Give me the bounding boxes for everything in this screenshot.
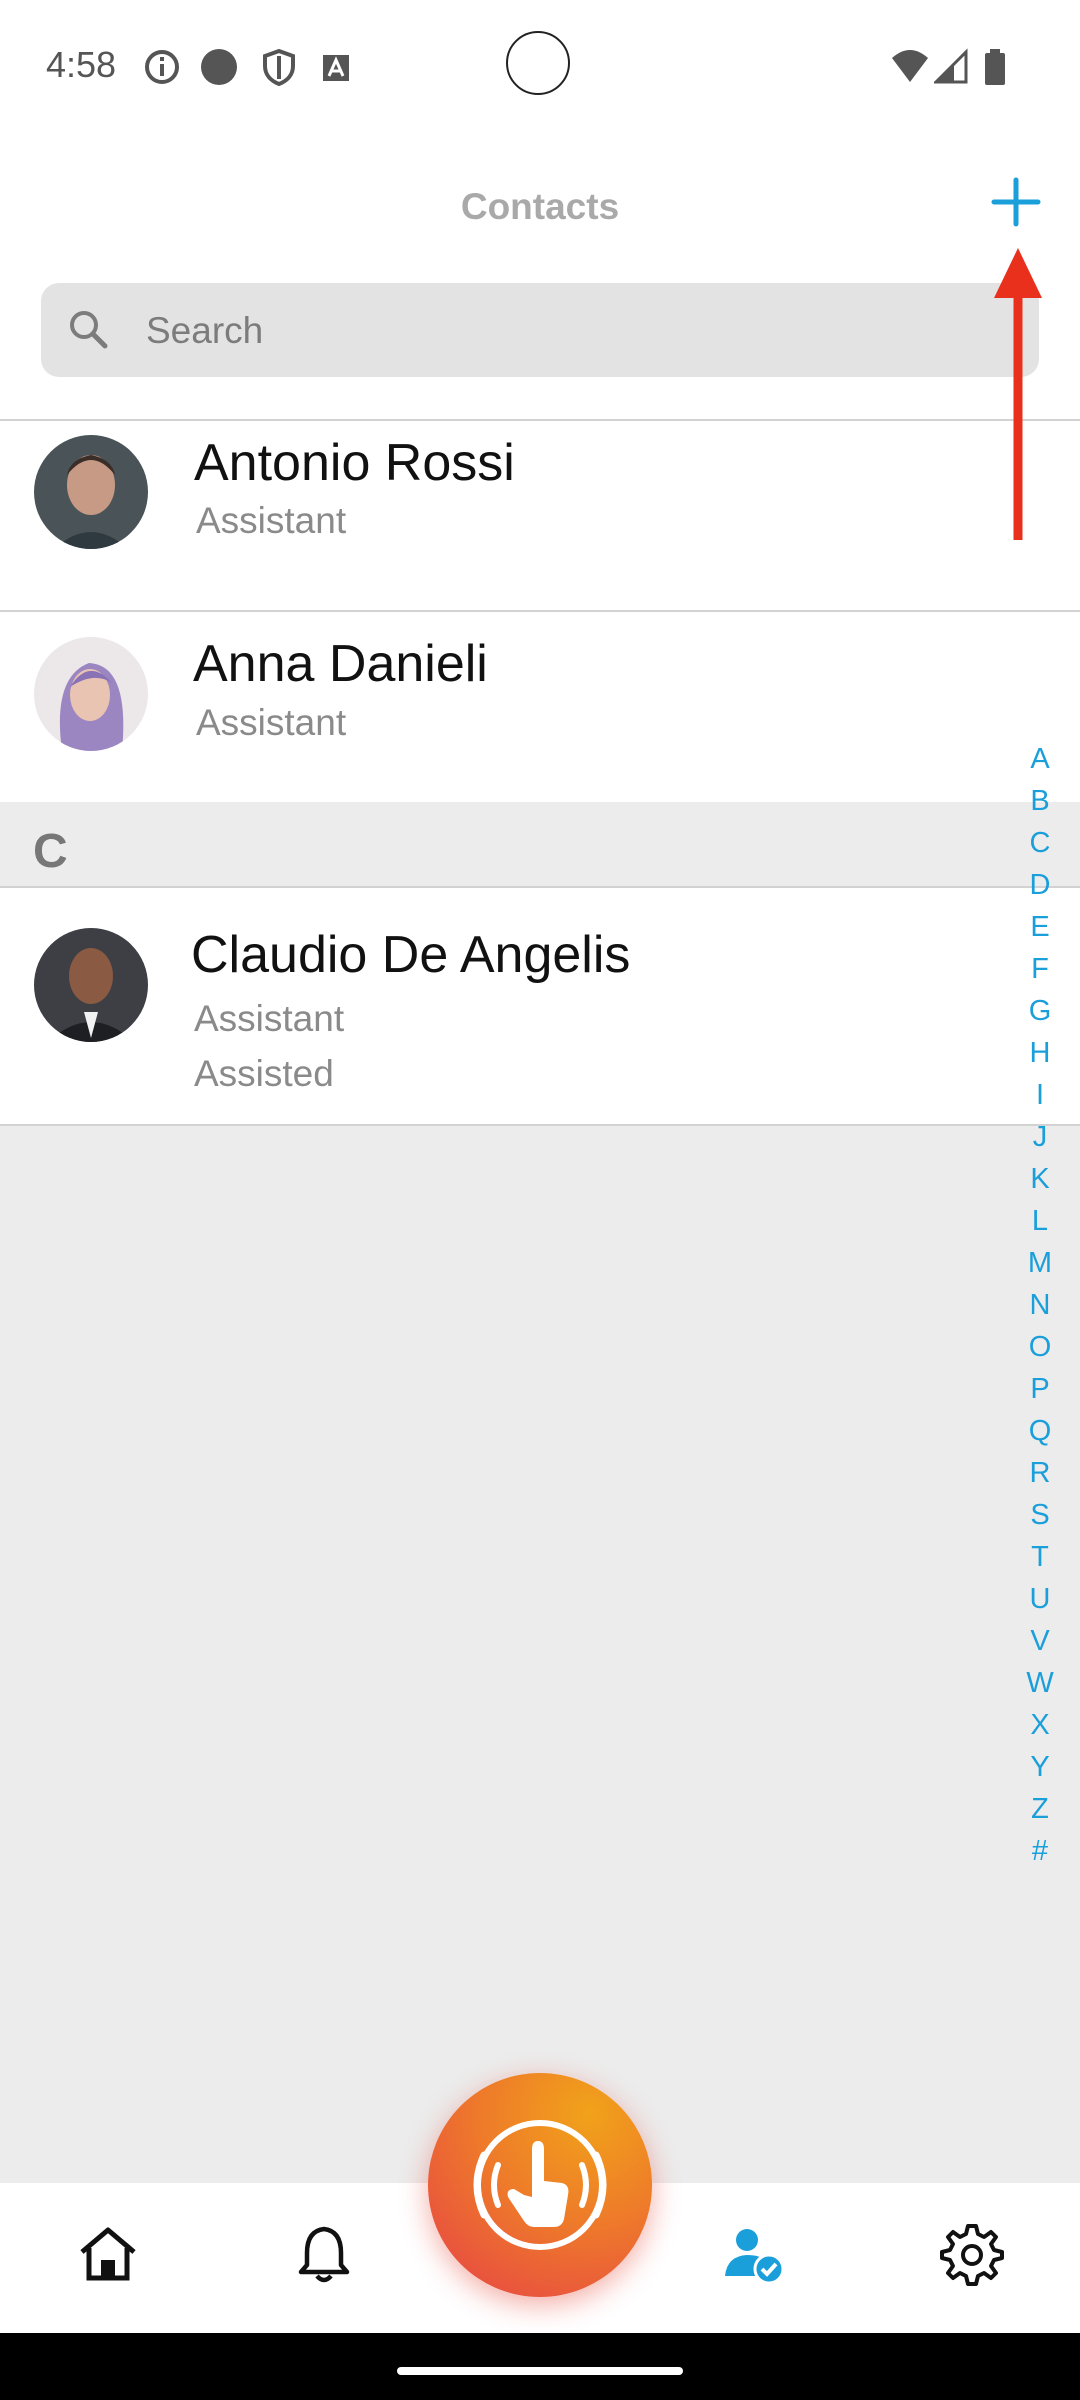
index-letter[interactable]: B — [1018, 780, 1062, 822]
search-input[interactable]: Search — [41, 283, 1039, 377]
index-letter[interactable]: Q — [1018, 1410, 1062, 1452]
sos-touch-icon — [473, 2120, 607, 2250]
contacts-verified-icon[interactable] — [722, 2222, 786, 2286]
contact-name: Antonio Rossi — [194, 434, 515, 492]
contact-role: Assistant — [196, 500, 347, 541]
contact-row-antonio-rossi[interactable]: Antonio Rossi Assistant — [0, 421, 1080, 610]
divider — [0, 1124, 1080, 1126]
index-letter[interactable]: T — [1018, 1536, 1062, 1578]
cell-signal-icon — [934, 48, 968, 84]
gear-icon[interactable] — [940, 2222, 1004, 2286]
index-letter[interactable]: P — [1018, 1368, 1062, 1410]
index-letter[interactable]: # — [1018, 1830, 1062, 1872]
index-letter[interactable]: K — [1018, 1158, 1062, 1200]
contact-name: Claudio De Angelis — [191, 926, 631, 984]
index-letter[interactable]: D — [1018, 864, 1062, 906]
index-letter[interactable]: R — [1018, 1452, 1062, 1494]
status-bar: 4:58 — [0, 0, 1080, 130]
index-letter[interactable]: F — [1018, 948, 1062, 990]
index-letter[interactable]: V — [1018, 1620, 1062, 1662]
index-letter[interactable]: U — [1018, 1578, 1062, 1620]
index-letter[interactable]: C — [1018, 822, 1062, 864]
info-icon — [145, 50, 179, 84]
index-letter[interactable]: Y — [1018, 1746, 1062, 1788]
index-letter[interactable]: W — [1018, 1662, 1062, 1704]
contact-role: Assistant — [194, 998, 345, 1039]
bell-icon[interactable] — [292, 2222, 356, 2286]
index-letter[interactable]: J — [1018, 1116, 1062, 1158]
index-letter[interactable]: M — [1018, 1242, 1062, 1284]
avatar — [34, 435, 148, 549]
contact-role: Assistant — [196, 702, 347, 743]
index-letter[interactable]: I — [1018, 1074, 1062, 1116]
index-letter[interactable]: X — [1018, 1704, 1062, 1746]
contact-row-anna-danieli[interactable]: Anna Danieli Assistant — [0, 612, 1080, 802]
index-letter[interactable]: H — [1018, 1032, 1062, 1074]
index-letter[interactable]: L — [1018, 1200, 1062, 1242]
index-letter[interactable]: O — [1018, 1326, 1062, 1368]
contact-status: Assisted — [194, 1053, 334, 1094]
section-letter: C — [33, 825, 68, 878]
avatar — [34, 637, 148, 751]
alphabet-index[interactable]: A B C D E F G H I J K L M N O P Q R S T U V W X Y Z # — [1018, 738, 1062, 1872]
page-title: Contacts — [460, 186, 620, 227]
search-icon — [70, 311, 108, 349]
annotation-arrow-icon — [994, 248, 1042, 540]
sos-button[interactable] — [428, 2073, 652, 2297]
contact-row-claudio-de-angelis[interactable]: Claudio De Angelis Assistant Assisted — [0, 888, 1080, 1124]
home-icon[interactable] — [76, 2222, 140, 2286]
search-placeholder: Search — [146, 310, 264, 351]
contact-name: Anna Danieli — [193, 635, 488, 693]
add-contact-button[interactable] — [986, 172, 1046, 232]
font-a-icon — [323, 55, 349, 81]
index-letter[interactable]: A — [1018, 738, 1062, 780]
gesture-handle[interactable] — [397, 2367, 683, 2375]
index-letter[interactable]: Z — [1018, 1788, 1062, 1830]
wifi-icon — [892, 50, 928, 82]
battery-icon — [985, 49, 1005, 85]
index-letter[interactable]: N — [1018, 1284, 1062, 1326]
status-time: 4:58 — [46, 44, 117, 85]
avatar — [34, 928, 148, 1042]
dot-notification-icon — [201, 49, 237, 85]
index-letter[interactable]: G — [1018, 990, 1062, 1032]
shield-icon — [263, 48, 295, 86]
index-letter[interactable]: S — [1018, 1494, 1062, 1536]
front-camera — [506, 31, 570, 95]
section-header: C — [0, 802, 1080, 886]
index-letter[interactable]: E — [1018, 906, 1062, 948]
